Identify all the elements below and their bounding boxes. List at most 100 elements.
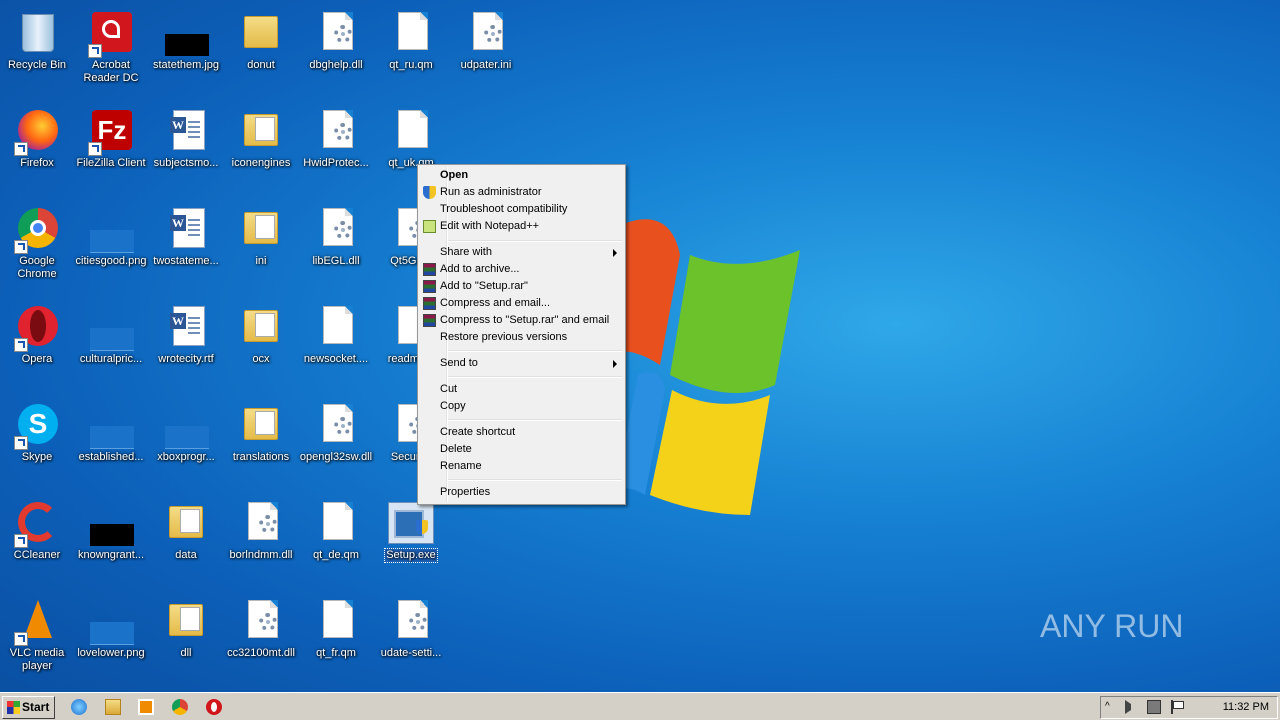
- menu-item-delete[interactable]: Delete: [420, 441, 623, 458]
- desktop-icon-cc32100mt[interactable]: cc32100mt.dll: [224, 594, 298, 690]
- desktop-icon-udpater-ini[interactable]: udpater.ini: [449, 6, 523, 102]
- menu-item-send-to[interactable]: Send to: [420, 355, 623, 372]
- show-hidden-icons-icon[interactable]: ^: [1105, 700, 1119, 714]
- menu-item-rename[interactable]: Rename: [420, 458, 623, 475]
- menu-item-run-as-administrator[interactable]: Run as administrator: [420, 184, 623, 201]
- windows-logo-wallpaper: [610, 219, 800, 515]
- clock[interactable]: 11:32 PM: [1223, 697, 1269, 718]
- desktop-icon-wrotecity[interactable]: W wrotecity.rtf: [149, 300, 223, 396]
- desktop-icon-google-chrome[interactable]: Google Chrome: [0, 202, 74, 298]
- blank-file-icon: [317, 598, 355, 644]
- media-player-icon[interactable]: [138, 699, 154, 715]
- winrar-icon: [423, 280, 436, 293]
- desktop-icon-libegl[interactable]: libEGL.dll: [299, 202, 373, 298]
- desktop-icon-udate-setti[interactable]: udate-setti...: [374, 594, 448, 690]
- menu-separator: [448, 350, 622, 352]
- menu-item-properties[interactable]: Properties: [420, 484, 623, 501]
- desktop-icon-dbghelp[interactable]: dbghelp.dll: [299, 6, 373, 102]
- start-button[interactable]: Start: [2, 696, 55, 719]
- image-file-icon: [90, 206, 134, 253]
- desktop-icon-knowngrant[interactable]: knowngrant...: [74, 496, 148, 592]
- desktop-icon-culturalpric[interactable]: culturalpric...: [74, 300, 148, 396]
- desktop-icon-acrobat[interactable]: Acrobat Reader DC: [74, 6, 148, 102]
- notepad-plus-plus-icon: [423, 220, 436, 233]
- desktop-icon-statethem[interactable]: statethem.jpg: [149, 6, 223, 102]
- vlc-cone-icon: [14, 598, 56, 646]
- dll-file-icon: [317, 206, 355, 252]
- settings-file-icon: [392, 598, 430, 644]
- menu-separator: [448, 419, 622, 421]
- menu-item-compress-and-email[interactable]: Compress and email...: [420, 295, 623, 312]
- menu-item-add-to-setup-rar[interactable]: Add to "Setup.rar": [420, 278, 623, 295]
- desktop-icon-hwidprotec[interactable]: HwidProtec...: [299, 104, 373, 200]
- menu-item-create-shortcut[interactable]: Create shortcut: [420, 424, 623, 441]
- chrome-icon: [14, 206, 58, 254]
- menu-item-share-with[interactable]: Share with: [420, 244, 623, 261]
- desktop-icon-filezilla[interactable]: Fz FileZilla Client: [74, 104, 148, 200]
- desktop-icon-xboxprogr[interactable]: xboxprogr...: [149, 398, 223, 494]
- menu-item-compress-to-setup-rar-and-email[interactable]: Compress to "Setup.rar" and email: [420, 312, 623, 329]
- network-icon[interactable]: [1147, 700, 1161, 714]
- desktop-icon-twostateme[interactable]: W twostateme...: [149, 202, 223, 298]
- desktop-icon-firefox[interactable]: Firefox: [0, 104, 74, 200]
- desktop-icon-dll[interactable]: dll: [149, 594, 223, 690]
- opera-icon[interactable]: [206, 699, 222, 715]
- desktop-icon-qt-de[interactable]: qt_de.qm: [299, 496, 373, 592]
- menu-item-add-to-archive[interactable]: Add to archive...: [420, 261, 623, 278]
- recycle-bin-icon: [18, 10, 56, 56]
- internet-explorer-icon[interactable]: [71, 699, 87, 715]
- desktop[interactable]: Recycle Bin Firefox Google Chrome Opera …: [0, 0, 1280, 692]
- winrar-icon: [423, 263, 436, 276]
- desktop-icon-ini[interactable]: ini: [224, 202, 298, 298]
- desktop-icon-established[interactable]: established...: [74, 398, 148, 494]
- desktop-icon-ccleaner[interactable]: CCleaner: [0, 496, 74, 592]
- desktop-icon-citiesgood[interactable]: citiesgood.png: [74, 202, 148, 298]
- desktop-icon-vlc[interactable]: VLC media player: [0, 594, 74, 690]
- desktop-icon-data[interactable]: data: [149, 496, 223, 592]
- winrar-icon: [423, 314, 436, 327]
- desktop-icon-donut[interactable]: donut: [224, 6, 298, 102]
- windows-flag-icon: [7, 701, 20, 714]
- chrome-icon[interactable]: [172, 699, 188, 715]
- desktop-icon-skype[interactable]: S Skype: [0, 398, 74, 494]
- file-explorer-icon[interactable]: [105, 699, 121, 715]
- dll-file-icon: [242, 598, 280, 644]
- blank-file-icon: [392, 108, 430, 154]
- desktop-icon-borlndmm[interactable]: borlndmm.dll: [224, 496, 298, 592]
- desktop-icon-subjectsmo[interactable]: W subjectsmo...: [149, 104, 223, 200]
- menu-item-edit-with-notepad[interactable]: Edit with Notepad++: [420, 218, 623, 235]
- anyrun-watermark: ANY RUN: [1040, 608, 1184, 644]
- menu-item-copy[interactable]: Copy: [420, 398, 623, 415]
- word-document-icon: W: [167, 304, 205, 350]
- desktop-icon-opera[interactable]: Opera: [0, 300, 74, 396]
- desktop-icon-qt-fr[interactable]: qt_fr.qm: [299, 594, 373, 690]
- desktop-icon-lovelower[interactable]: lovelower.png: [74, 594, 148, 690]
- folder-icon: [242, 10, 280, 56]
- word-document-icon: W: [167, 108, 205, 154]
- menu-separator: [448, 479, 622, 481]
- menu-item-restore-previous-versions[interactable]: Restore previous versions: [420, 329, 623, 346]
- action-center-flag-icon[interactable]: [1171, 700, 1187, 714]
- desktop-icon-iconengines[interactable]: iconengines: [224, 104, 298, 200]
- winrar-icon: [423, 297, 436, 310]
- volume-icon[interactable]: [1125, 700, 1131, 714]
- desktop-icon-translations[interactable]: translations: [224, 398, 298, 494]
- menu-item-troubleshoot-compatibility[interactable]: Troubleshoot compatibility: [420, 201, 623, 218]
- desktop-icon-newsocket[interactable]: newsocket....: [299, 300, 373, 396]
- blank-file-icon: [392, 10, 430, 56]
- dll-file-icon: [317, 402, 355, 448]
- desktop-icon-qt-ru[interactable]: qt_ru.qm: [374, 6, 448, 102]
- system-tray: ^ 11:32 PM: [1100, 696, 1278, 719]
- folder-icon: [167, 598, 205, 644]
- desktop-icon-setup-exe[interactable]: Setup.exe: [374, 496, 448, 592]
- menu-item-cut[interactable]: Cut: [420, 381, 623, 398]
- menu-item-open[interactable]: Open: [420, 167, 623, 184]
- image-file-icon: [90, 598, 134, 645]
- desktop-icon-ocx[interactable]: ocx: [224, 300, 298, 396]
- folder-icon: [242, 402, 280, 448]
- desktop-icon-recycle-bin[interactable]: Recycle Bin: [0, 6, 74, 102]
- desktop-icon-opengl32sw[interactable]: opengl32sw.dll: [299, 398, 373, 494]
- folder-icon: [242, 304, 280, 350]
- folder-icon: [242, 206, 280, 252]
- taskbar: Start ^ 11:32 PM: [0, 692, 1280, 720]
